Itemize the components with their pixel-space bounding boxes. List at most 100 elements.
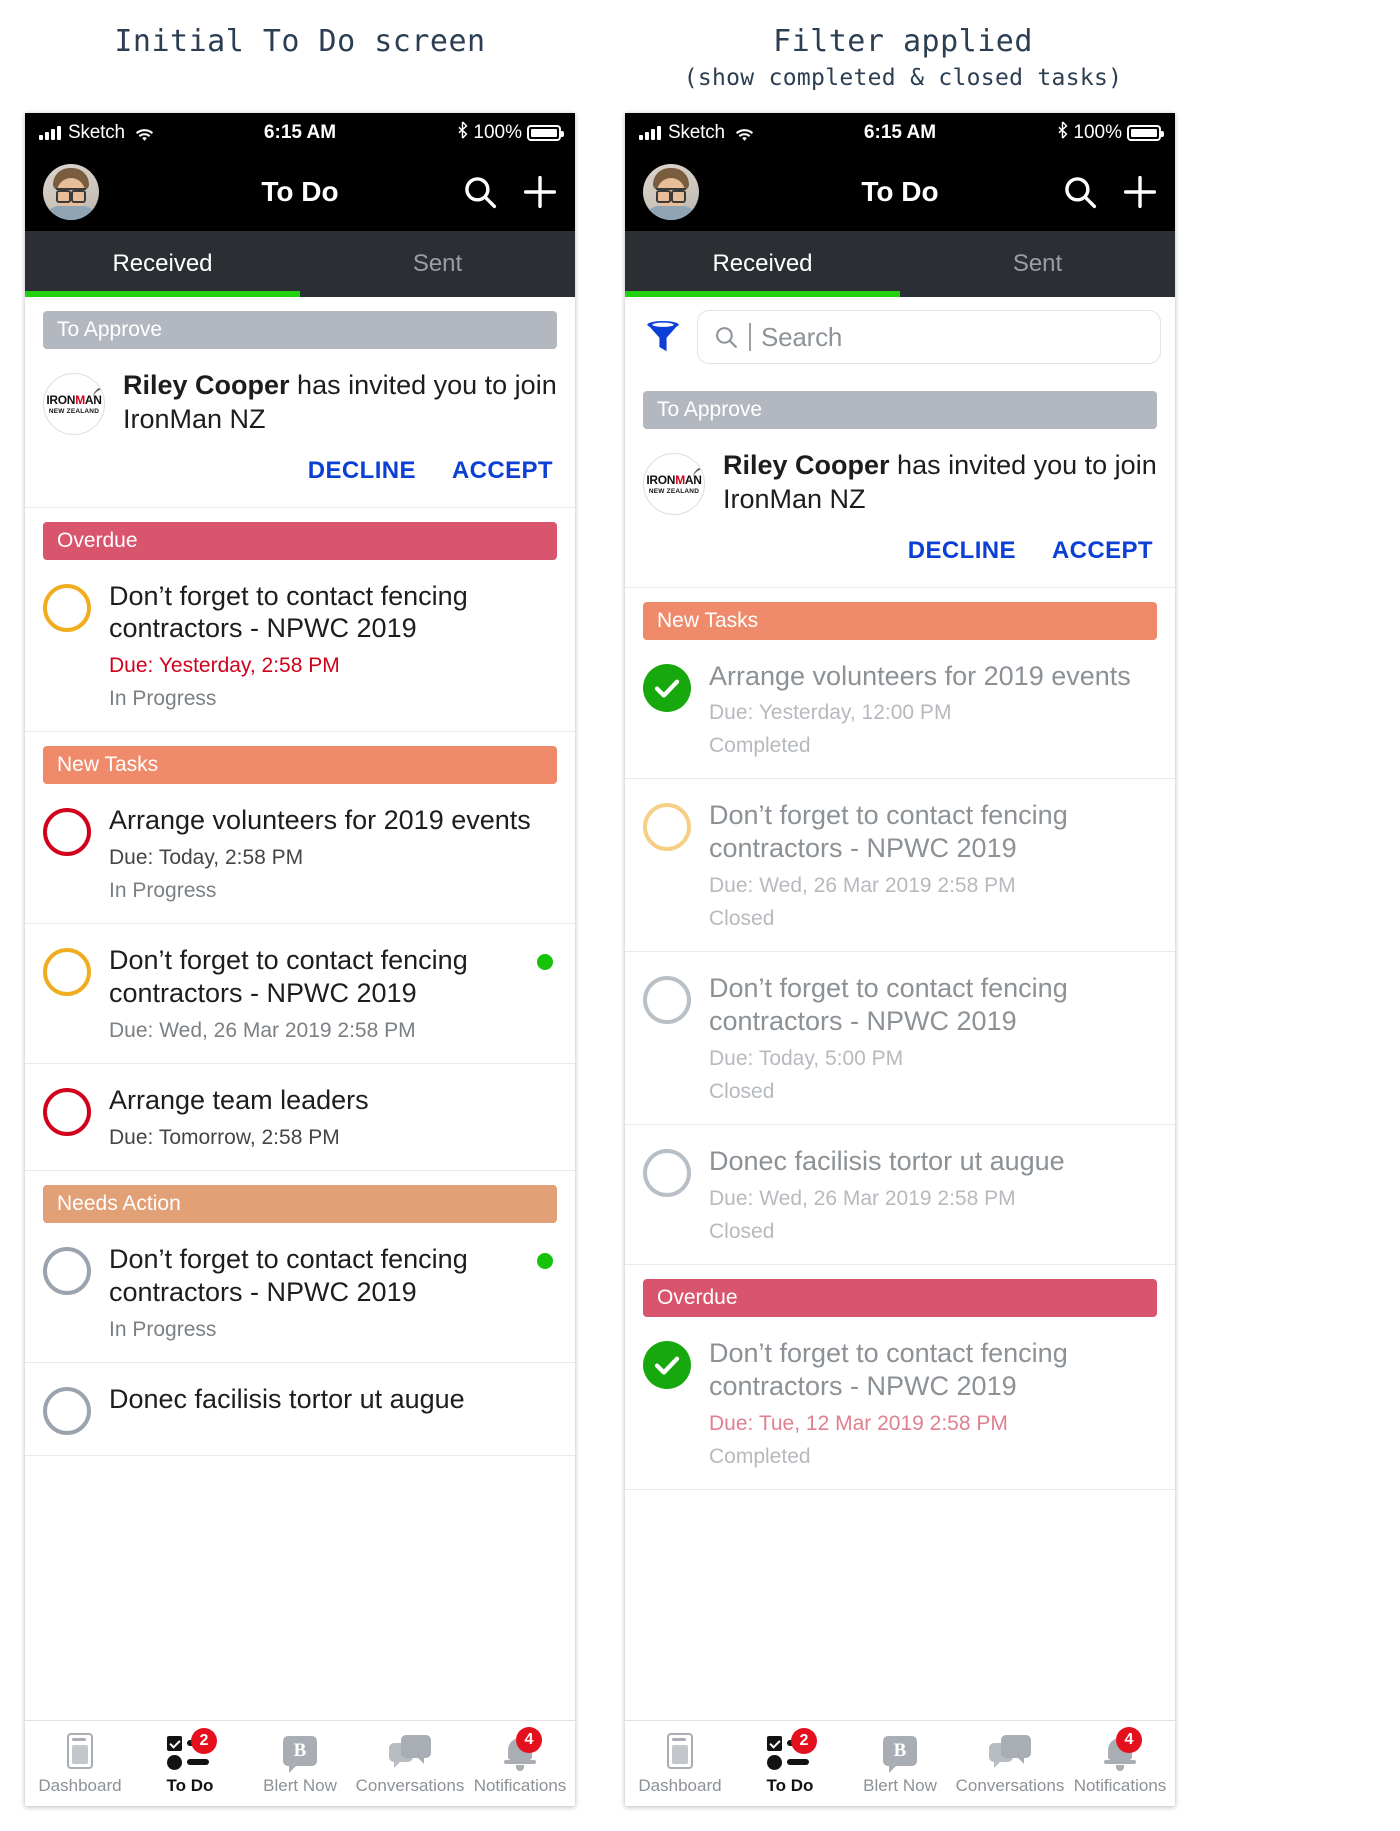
nav-bar: To Do: [625, 153, 1175, 231]
battery-percent: 100%: [473, 122, 522, 143]
task-row[interactable]: Arrange team leaders Due: Tomorrow, 2:58…: [25, 1064, 575, 1172]
task-row[interactable]: Don’t forget to contact fencing contract…: [25, 924, 575, 1065]
logo-top-text: IRONMAN: [646, 464, 704, 486]
tab-active-underline: [25, 291, 300, 297]
accept-button[interactable]: ACCEPT: [1052, 537, 1153, 565]
tab-conversations[interactable]: Conversations: [355, 1721, 465, 1806]
task-row[interactable]: Don’t forget to contact fencing contract…: [25, 559, 575, 733]
tab-notifications[interactable]: 4 Notifications: [465, 1721, 575, 1806]
tab-label: Notifications: [473, 1776, 567, 1795]
status-bar: Sketch 6:15 AM 100%: [625, 113, 1175, 153]
avatar[interactable]: [643, 164, 699, 220]
tab-label: To Do: [766, 1776, 814, 1795]
battery-percent: 100%: [1073, 122, 1122, 143]
task-title: Don’t forget to contact fencing contract…: [109, 1244, 468, 1308]
task-status-circle[interactable]: [643, 1341, 691, 1390]
invite-row[interactable]: IRONMAN NEW ZEALAND Riley Cooper has inv…: [25, 349, 575, 457]
nav-bar: To Do: [25, 153, 575, 231]
carrier-label: Sketch: [668, 122, 725, 143]
decline-button[interactable]: DECLINE: [908, 537, 1016, 565]
battery-icon: [527, 125, 564, 141]
decline-button[interactable]: DECLINE: [308, 457, 416, 485]
ironman-new-zealand-logo: IRONMAN NEW ZEALAND: [43, 373, 105, 435]
ironman-new-zealand-logo: IRONMAN NEW ZEALAND: [643, 453, 705, 515]
status-right: 100%: [457, 121, 564, 145]
task-status-circle[interactable]: [643, 663, 691, 712]
blert-icon: B: [283, 1731, 317, 1773]
status-right: 100%: [1057, 121, 1164, 145]
avatar[interactable]: [43, 164, 99, 220]
tab-label: Dashboard: [38, 1776, 122, 1795]
task-row[interactable]: Don’t forget to contact fencing contract…: [25, 1223, 575, 1363]
task-status-circle[interactable]: [643, 976, 691, 1025]
tab-sent[interactable]: Sent: [900, 231, 1175, 297]
signal-bars-icon: [39, 126, 61, 140]
caption-left: Initial To Do screen: [25, 24, 575, 59]
tab-label: Conversations: [955, 1776, 1065, 1795]
task-status-circle[interactable]: [43, 948, 91, 997]
caption-right-line1: Filter applied: [773, 24, 1033, 59]
notifications-badge: 4: [1116, 1727, 1142, 1753]
task-title: Donec facilisis tortor ut augue: [709, 1146, 1065, 1177]
task-status-circle[interactable]: [643, 1149, 691, 1198]
tab-todo[interactable]: 2 To Do: [135, 1721, 245, 1806]
task-status-circle[interactable]: [43, 583, 91, 632]
unread-dot-icon: [537, 1253, 553, 1270]
tab-sent[interactable]: Sent: [300, 231, 575, 297]
segmented-tabs: Received Sent: [25, 231, 575, 297]
plus-icon[interactable]: [523, 175, 557, 209]
todo-list-icon: 2: [167, 1728, 217, 1771]
signal-bars-icon: [639, 126, 661, 140]
tab-blert-now[interactable]: B Blert Now: [245, 1721, 355, 1806]
invite-body: Riley Cooper has invited you to join Iro…: [723, 449, 1157, 517]
tab-blert-now[interactable]: B Blert Now: [845, 1721, 955, 1806]
accept-button[interactable]: ACCEPT: [452, 457, 553, 485]
task-row[interactable]: Donec facilisis tortor ut augue: [25, 1363, 575, 1456]
plus-icon[interactable]: [1123, 175, 1157, 209]
task-row[interactable]: Arrange volunteers for 2019 events Due: …: [625, 639, 1175, 780]
tab-notifications[interactable]: 4 Notifications: [1065, 1721, 1175, 1806]
filter-funnel-icon[interactable]: [643, 317, 683, 357]
bluetooth-icon: [1057, 121, 1068, 145]
dashboard-icon: [67, 1731, 93, 1771]
page-root: Initial To Do screen Filter applied (sho…: [0, 0, 1400, 1831]
task-status-circle[interactable]: [643, 803, 691, 852]
bottom-tab-bar: Dashboard 2 To Do B Blert Now Conversati…: [625, 1720, 1175, 1806]
task-row[interactable]: Don’t forget to contact fencing contract…: [625, 779, 1175, 953]
task-status-circle[interactable]: [43, 1387, 91, 1435]
search-icon[interactable]: [463, 175, 497, 209]
task-row[interactable]: Arrange volunteers for 2019 events Due: …: [25, 784, 575, 925]
tab-conversations[interactable]: Conversations: [955, 1721, 1065, 1806]
task-list-initial: To Approve IRONMAN NEW ZEALAND Riley Coo…: [25, 311, 575, 1456]
task-status: In Progress: [109, 879, 217, 903]
section-header-to-approve: To Approve: [643, 391, 1157, 429]
task-row[interactable]: Don’t forget to contact fencing contract…: [625, 952, 1175, 1126]
task-due: Due: Tomorrow, 2:58 PM: [109, 1126, 340, 1150]
bell-icon: 4: [504, 1727, 542, 1771]
nav-actions: [1063, 175, 1157, 209]
tab-dashboard[interactable]: Dashboard: [625, 1721, 735, 1806]
task-row[interactable]: Don’t forget to contact fencing contract…: [625, 1317, 1175, 1490]
wifi-icon: [735, 126, 754, 141]
task-status: In Progress: [109, 1318, 217, 1341]
wifi-icon: [135, 126, 154, 141]
task-status-circle[interactable]: [43, 1088, 91, 1137]
task-status-circle[interactable]: [43, 1247, 91, 1296]
task-title: Don’t forget to contact fencing contract…: [709, 800, 1068, 864]
tab-dashboard[interactable]: Dashboard: [25, 1721, 135, 1806]
task-status: Closed: [709, 1220, 775, 1244]
search-icon[interactable]: [1063, 175, 1097, 209]
tab-received[interactable]: Received: [625, 231, 900, 297]
task-due: Due: Wed, 26 Mar 2019 2:58 PM: [709, 1187, 1016, 1211]
tab-received[interactable]: Received: [25, 231, 300, 297]
search-input[interactable]: Search: [697, 310, 1161, 364]
nav-actions: [463, 175, 557, 209]
task-status-circle[interactable]: [43, 808, 91, 857]
task-due: Due: Today, 5:00 PM: [709, 1047, 904, 1071]
carrier-label: Sketch: [68, 122, 125, 143]
task-due: Due: Yesterday, 12:00 PM: [709, 701, 952, 725]
tab-todo[interactable]: 2 To Do: [735, 1721, 845, 1806]
phone-screen-initial: Sketch 6:15 AM 100% To Do Received Sent …: [25, 113, 575, 1806]
task-row[interactable]: Donec facilisis tortor ut augue Due: Wed…: [625, 1125, 1175, 1266]
invite-row[interactable]: IRONMAN NEW ZEALAND Riley Cooper has inv…: [625, 429, 1175, 537]
